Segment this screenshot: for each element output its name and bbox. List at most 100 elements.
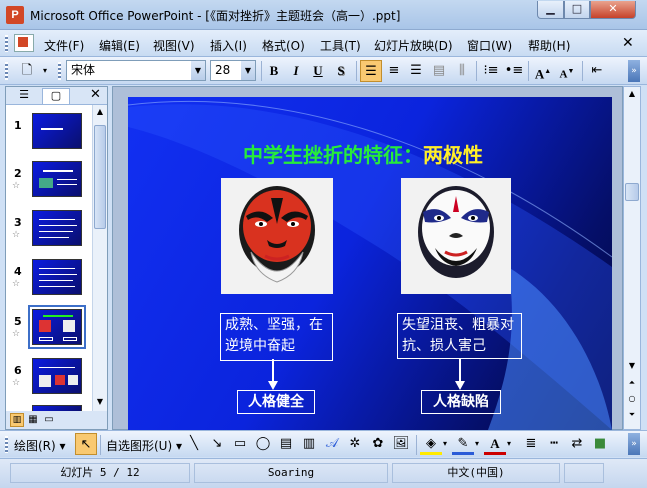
close-window-button[interactable]: ✕ <box>590 1 636 19</box>
slide-thumbnail-6[interactable] <box>32 358 82 394</box>
select-objects-icon[interactable]: ↖ <box>75 433 97 455</box>
close-document-icon[interactable]: ✕ <box>622 35 634 51</box>
new-dropdown-icon[interactable]: ▾ <box>38 60 52 82</box>
scroll-up-icon[interactable]: ▲ <box>93 105 107 119</box>
slide-thumbnail-5[interactable] <box>28 305 86 349</box>
line-color-icon[interactable]: ✎ <box>452 433 474 455</box>
slide-thumbnail-2[interactable] <box>32 161 82 197</box>
thumb-text-line <box>43 170 73 172</box>
font-color-icon[interactable]: A <box>484 433 506 455</box>
scroll-up-icon[interactable]: ▲ <box>624 87 640 101</box>
oval-icon[interactable]: ◯ <box>252 433 274 455</box>
select-object-icon[interactable]: ○ <box>624 391 640 407</box>
arrow-icon[interactable]: ↘ <box>206 433 228 455</box>
line-style-icon[interactable]: ≣ <box>520 433 542 455</box>
chevron-down-icon[interactable]: ▼ <box>191 61 205 80</box>
italic-button[interactable]: I <box>285 60 307 82</box>
fill-color-icon[interactable]: ◈ <box>420 433 442 455</box>
left-result-box[interactable]: 人格健全 <box>237 390 315 414</box>
diagram-icon[interactable]: ✲ <box>344 433 366 455</box>
maximize-button[interactable]: □ <box>564 1 590 19</box>
dash-style-icon[interactable]: ┅ <box>543 433 565 455</box>
align-left-button[interactable]: ☰ <box>360 60 382 82</box>
line-icon[interactable]: ╲ <box>183 433 205 455</box>
tab-outline[interactable]: ☰ <box>10 88 38 104</box>
slide-thumbnail-3[interactable] <box>32 210 82 246</box>
menu-slideshow[interactable]: 幻灯片放映(D) <box>374 37 453 54</box>
scroll-thumb[interactable] <box>94 125 106 229</box>
toolbar-options-chevron-icon[interactable]: » <box>628 60 640 82</box>
numbering-icon[interactable]: ⁝≡ <box>480 60 502 82</box>
clipart-icon[interactable]: ✿ <box>367 433 389 455</box>
new-document-icon[interactable]: 🗋 <box>16 60 38 82</box>
wordart-icon[interactable]: 𝒜 <box>321 433 343 455</box>
autoshapes-menu-button[interactable]: 自选图形(U) ▾ <box>106 437 182 454</box>
slide-sorter-view-icon[interactable]: ▦ <box>26 413 40 427</box>
right-result-box[interactable]: 人格缺陷 <box>421 390 501 414</box>
menu-format[interactable]: 格式(O) <box>262 37 305 54</box>
left-description-box[interactable]: 成熟、坚强，在逆境中奋起 <box>220 313 333 361</box>
menu-view[interactable]: 视图(V) <box>153 37 195 54</box>
slide-thumbnail-4[interactable] <box>32 259 82 295</box>
arrow-style-icon[interactable]: ⇄ <box>566 433 588 455</box>
increase-font-size-button[interactable]: A▲ <box>532 60 554 82</box>
minimize-button[interactable]: ▁ <box>537 1 564 19</box>
next-slide-icon[interactable]: ⏷ <box>624 407 640 423</box>
language-indicator: 中文(中国) <box>392 463 560 483</box>
align-right-button[interactable]: ☰ <box>405 60 427 82</box>
underline-button[interactable]: U <box>307 60 329 82</box>
decrease-font-size-button[interactable]: A▼ <box>556 60 578 82</box>
menu-window[interactable]: 窗口(W) <box>467 37 512 54</box>
scroll-down-icon[interactable]: ▼ <box>93 395 107 409</box>
chevron-down-icon[interactable]: ▼ <box>241 61 255 80</box>
bold-button[interactable]: B <box>263 60 285 82</box>
white-opera-mask-image[interactable] <box>401 178 511 294</box>
right-description-box[interactable]: 失望沮丧、粗暴对抗、损人害己 <box>397 313 522 359</box>
powerpoint-app-icon[interactable]: P <box>6 6 24 24</box>
bullets-icon[interactable]: •≡ <box>503 60 525 82</box>
drawbar-options-chevron-icon[interactable]: » <box>628 433 640 455</box>
slide-title-part1: 中学生挫折的特征： <box>243 143 423 167</box>
slideshow-view-icon[interactable]: ▭ <box>42 413 56 427</box>
picture-icon[interactable]: 🖼 <box>390 433 412 455</box>
slide-scrollbar[interactable]: ▲ ▼ ⏶ ○ ⏷ <box>623 86 641 430</box>
menu-edit[interactable]: 编辑(E) <box>99 37 140 54</box>
scroll-thumb[interactable] <box>625 183 639 201</box>
drawbar-grip[interactable] <box>5 436 8 453</box>
current-slide[interactable]: 中学生挫折的特征：两极性 成熟、坚强，在逆境中奋起 失望沮丧、粗暴对抗、损人害己… <box>128 97 612 430</box>
menu-tools[interactable]: 工具(T) <box>320 37 361 54</box>
menu-insert[interactable]: 插入(I) <box>210 37 247 54</box>
textbox-icon[interactable]: ▤ <box>275 433 297 455</box>
document-icon[interactable] <box>14 34 34 52</box>
font-size-combo[interactable]: 28 ▼ <box>210 60 256 81</box>
slides-pane-scrollbar[interactable]: ▲ ▼ <box>92 105 107 411</box>
menubar-grip[interactable] <box>5 35 8 52</box>
red-opera-mask-image[interactable] <box>221 178 333 294</box>
menu-file[interactable]: 文件(F) <box>44 37 84 54</box>
font-name-combo[interactable]: 宋体 ▼ <box>66 60 206 81</box>
tab-slides[interactable]: ▢ <box>42 88 70 104</box>
slide-thumbnail-1[interactable] <box>32 113 82 149</box>
toolbar-grip[interactable] <box>5 62 8 80</box>
slide-title[interactable]: 中学生挫折的特征：两极性 <box>128 139 598 168</box>
align-center-button[interactable]: ≡ <box>383 60 405 82</box>
shadow-style-icon[interactable]: ■ <box>589 433 611 455</box>
vertical-textbox-icon[interactable]: ▥ <box>298 433 320 455</box>
chevron-down-icon[interactable]: ▾ <box>475 439 479 448</box>
close-pane-icon[interactable]: ✕ <box>90 87 101 102</box>
rectangle-icon[interactable]: ▭ <box>229 433 251 455</box>
thumb-text-line <box>39 237 69 238</box>
chevron-down-icon[interactable]: ▾ <box>443 439 447 448</box>
menu-help[interactable]: 帮助(H) <box>528 37 570 54</box>
distribute-button[interactable]: ▤ <box>428 60 450 82</box>
decrease-indent-icon[interactable]: ⇤ <box>586 60 608 82</box>
scroll-down-icon[interactable]: ▼ <box>624 359 640 373</box>
chevron-down-icon[interactable]: ▾ <box>507 439 511 448</box>
shadow-button[interactable]: S <box>330 60 352 82</box>
text-direction-icon[interactable]: ⫼ <box>451 60 473 82</box>
draw-menu-button[interactable]: 绘图(R) ▾ <box>14 437 66 454</box>
previous-slide-icon[interactable]: ⏶ <box>624 375 640 391</box>
left-description-text: 成熟、坚强，在逆境中奋起 <box>225 317 323 354</box>
animation-star-icon: ☆ <box>12 230 21 240</box>
normal-view-icon[interactable]: ▥ <box>10 413 24 427</box>
